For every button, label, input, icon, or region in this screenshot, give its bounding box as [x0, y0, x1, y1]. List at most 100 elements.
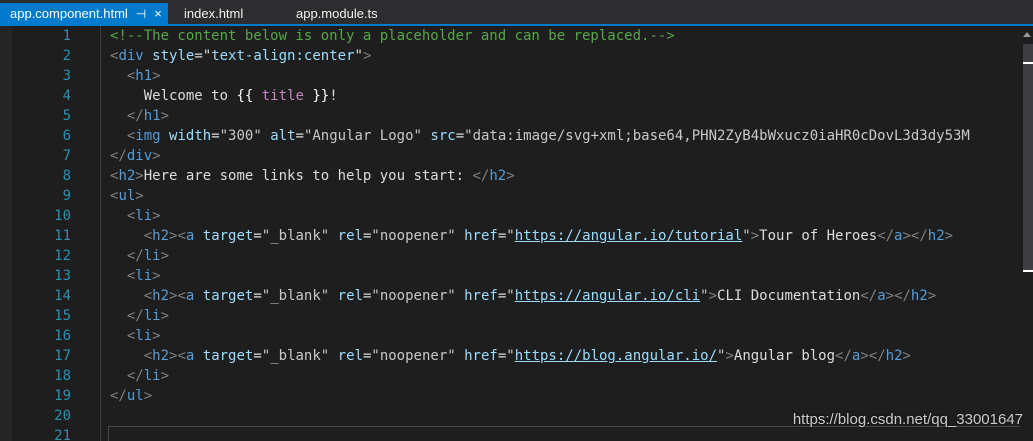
scrollbar-marker: [1023, 270, 1033, 272]
tag-name: ul: [126, 388, 144, 404]
attribute-name: width: [169, 128, 212, 144]
attribute-name: rel: [337, 348, 363, 364]
tag-name: li: [143, 368, 161, 384]
equals: =: [211, 128, 220, 144]
tag-delimiter: <: [177, 228, 186, 244]
tab-app-module-ts[interactable]: app.module.ts: [286, 3, 378, 24]
tag-delimiter: >: [160, 308, 170, 324]
code-line-11: <h2><a target="_blank" rel="noopener" hr…: [110, 226, 953, 246]
equals: =: [253, 288, 262, 304]
line-number-gutter: 1 2 3 4 5 6 7 8 9 10 11 12 13 14 15 16 1…: [0, 26, 80, 441]
tag-delimiter: <: [143, 228, 153, 244]
quote: ": [506, 288, 515, 304]
code-line-17: <h2><a target="_blank" rel="noopener" hr…: [110, 346, 911, 366]
attribute-value: text-align:center: [211, 48, 355, 64]
tag-delimiter: >: [362, 48, 372, 64]
quote: ": [354, 48, 363, 64]
tag-delimiter: <: [143, 288, 153, 304]
line-number: 14: [54, 288, 71, 304]
tag-delimiter: >: [143, 388, 153, 404]
href-link[interactable]: https://angular.io/cli: [515, 288, 700, 304]
code-line-7: </div>: [110, 146, 161, 166]
quote: ": [742, 228, 751, 244]
href-link[interactable]: https://blog.angular.io/: [515, 348, 717, 364]
scrollbar-thumb[interactable]: [1023, 44, 1033, 272]
tag-delimiter: >: [152, 208, 161, 224]
code-line-12: </li>: [110, 246, 169, 266]
equals: =: [253, 228, 262, 244]
attribute-value: "_blank": [261, 288, 330, 304]
attribute-name: src: [430, 128, 456, 144]
tag-name: h2: [885, 348, 903, 364]
tag-name: li: [143, 308, 161, 324]
tag-name: li: [143, 248, 161, 264]
interpolation-brace: }}: [312, 88, 330, 104]
text-content: Here are some links to help you start:: [143, 168, 473, 184]
tag-delimiter: >: [152, 268, 161, 284]
tab-app-component-html[interactable]: app.component.html ⊣ ×: [0, 3, 168, 24]
tag-delimiter: </: [877, 228, 895, 244]
vertical-scrollbar[interactable]: [1020, 26, 1033, 441]
attribute-name: href: [464, 228, 498, 244]
watermark-text: https://blog.csdn.net/qq_33001647: [792, 411, 1023, 428]
attribute-name: href: [464, 348, 498, 364]
attribute-name: alt: [270, 128, 296, 144]
current-line-highlight: [108, 426, 1033, 441]
tag-name: a: [877, 288, 886, 304]
code-line-3: <h1>: [110, 66, 161, 86]
code-line-14: <h2><a target="_blank" rel="noopener" hr…: [110, 286, 937, 306]
line-number: 17: [54, 348, 71, 364]
tag-delimiter: >: [135, 188, 144, 204]
tab-index-html[interactable]: index.html: [174, 3, 243, 24]
tag-delimiter: </: [860, 288, 878, 304]
line-number: 5: [62, 108, 71, 124]
tag-delimiter: >: [152, 68, 161, 84]
line-number: 20: [54, 408, 71, 424]
line-number: 4: [62, 88, 71, 104]
line-number: 12: [54, 248, 71, 264]
equals: =: [253, 348, 262, 364]
quote: ": [506, 228, 515, 244]
tag-name: h2: [910, 288, 928, 304]
close-icon[interactable]: ×: [154, 3, 162, 24]
pin-icon[interactable]: ⊣: [136, 4, 146, 25]
equals: =: [455, 128, 465, 144]
tag-delimiter: >: [506, 168, 515, 184]
tag-delimiter: </: [910, 228, 928, 244]
tag-delimiter: >: [885, 288, 895, 304]
tag-delimiter: >: [725, 348, 734, 364]
text-content: Tour of Heroes: [759, 228, 878, 244]
tag-delimiter: </: [110, 388, 127, 404]
attribute-name: rel: [337, 228, 363, 244]
attribute-name: href: [464, 288, 498, 304]
href-link[interactable]: https://angular.io/tutorial: [515, 228, 743, 244]
tag-delimiter: </: [126, 108, 144, 124]
tag-delimiter: >: [160, 108, 170, 124]
tag-delimiter: >: [152, 148, 161, 164]
interpolation-brace: {{: [236, 88, 254, 104]
tag-name: div: [126, 148, 153, 164]
tag-delimiter: >: [750, 228, 760, 244]
tag-delimiter: </: [835, 348, 852, 364]
outlining-margin: [100, 26, 101, 441]
tag-delimiter: </: [126, 368, 144, 384]
tag-name: h2: [118, 168, 136, 184]
scroll-up-arrow-icon[interactable]: [1023, 32, 1031, 37]
tag-name: h2: [152, 348, 170, 364]
scrollbar-marker: [1023, 62, 1033, 64]
code-editor[interactable]: 1 2 3 4 5 6 7 8 9 10 11 12 13 14 15 16 1…: [0, 26, 1033, 441]
code-line-13: <li>: [110, 266, 161, 286]
tag-delimiter: </: [110, 148, 127, 164]
equals: =: [295, 128, 304, 144]
line-number: 10: [54, 208, 71, 224]
